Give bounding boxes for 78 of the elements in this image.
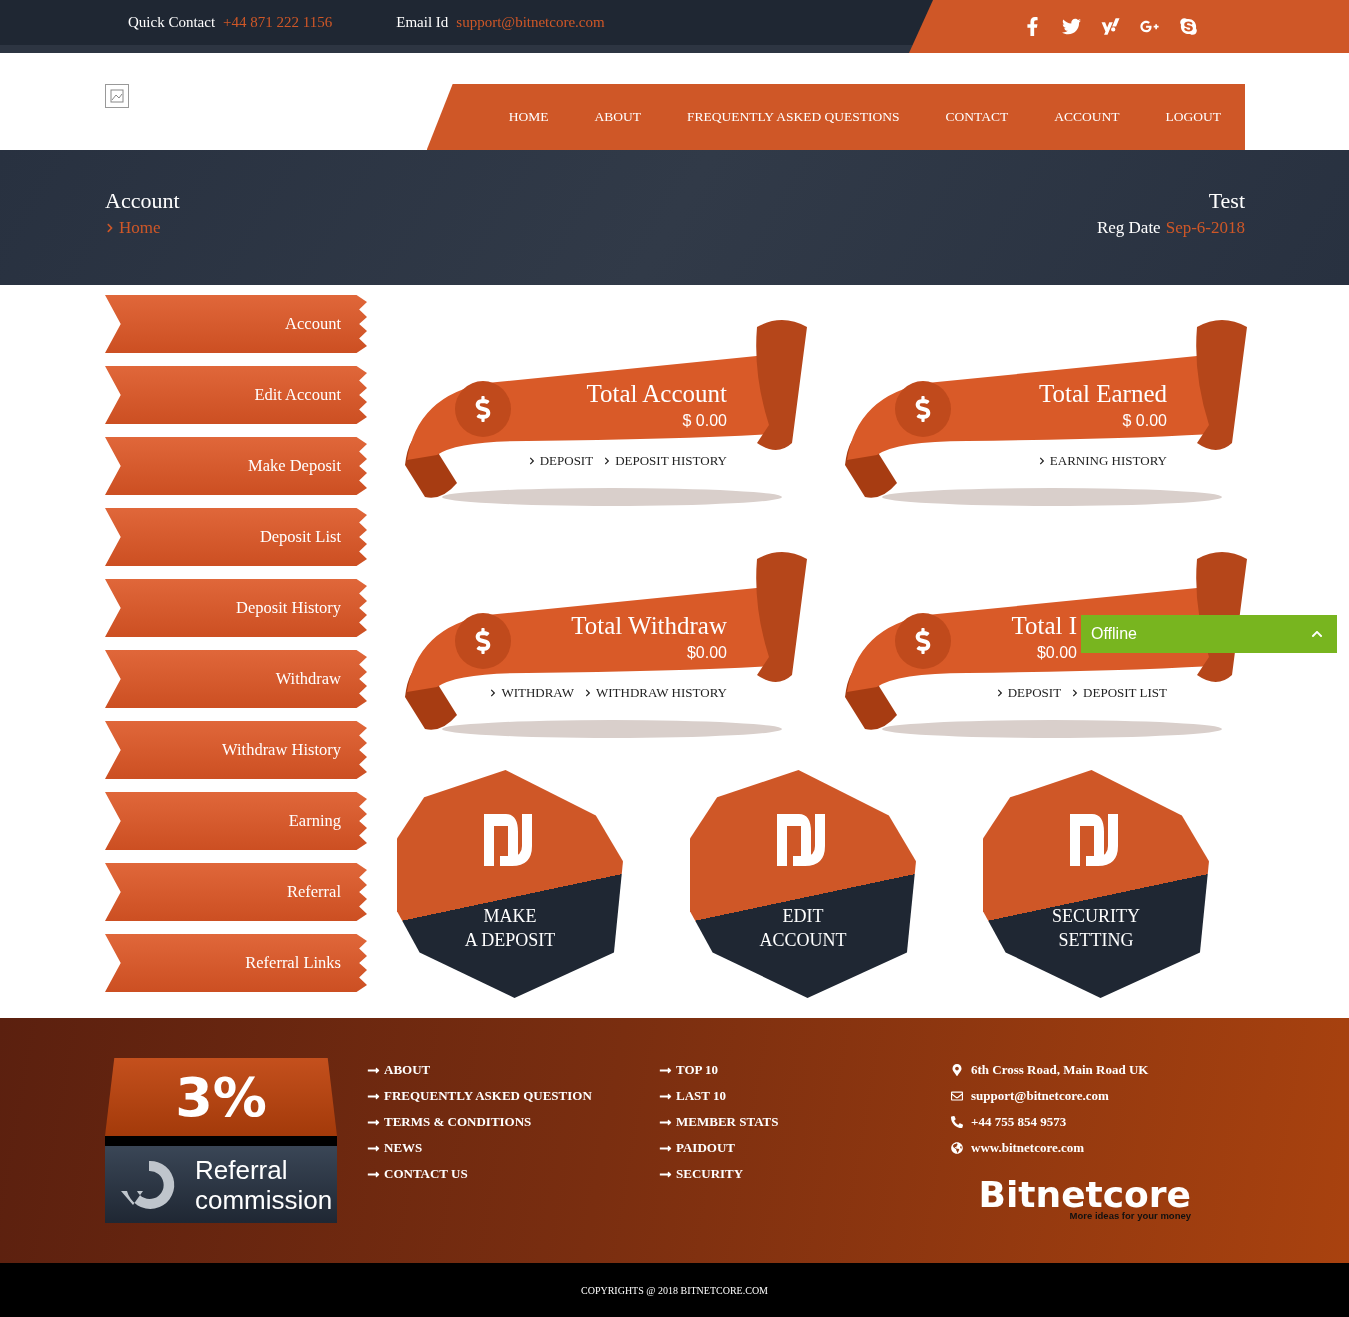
phone-icon [951,1116,963,1128]
username: Test [1208,188,1245,214]
footer-link[interactable]: SECURITY [659,1166,951,1182]
broken-image-icon [105,84,129,108]
card-link[interactable]: DEPOSIT LIST [1071,685,1167,701]
promo-text: Referral commission [195,1154,333,1215]
card-link[interactable]: DEPOSIT [995,685,1062,701]
sidebar-item[interactable]: Deposit List [105,508,367,566]
contact-info: +44 755 854 9573 [971,1114,1067,1130]
chevron-up-icon[interactable] [1311,628,1323,640]
stat-amount: $0.00 [686,643,727,663]
location-pin-icon [951,1064,963,1076]
footer-link[interactable]: MEMBER STATS [659,1114,951,1130]
chevron-right-icon [1037,457,1046,465]
sidebar-item[interactable]: Referral Links [105,934,367,992]
footer-link[interactable]: LAST 10 [659,1088,951,1104]
reg-date-label: Reg Date [1096,218,1161,238]
page-title: Account [105,188,180,214]
card-link[interactable]: DEPOSIT HISTORY [603,453,727,469]
stat-title: Total Account [586,379,727,409]
card-link[interactable]: DEPOSIT [527,453,594,469]
nav-link[interactable]: FREQUENTLY ASKED QUESTIONS [686,109,900,125]
card-link[interactable]: WITHDRAW HISTORY [584,685,727,701]
email-address: support@bitnetcore.com [456,14,605,31]
footer-link[interactable]: TOP 10 [659,1062,951,1078]
hexagon-tile-button[interactable]: EDIT ACCOUNT [690,770,916,998]
card-link[interactable]: WITHDRAW [489,685,574,701]
footer-link[interactable]: CONTACT US [367,1166,659,1182]
twitter-icon[interactable] [1062,17,1081,36]
nav-link[interactable]: ABOUT [594,109,641,125]
chevron-right-icon [105,223,115,233]
hexagon-tile-button[interactable]: SECURITY SETTING [983,770,1209,998]
contact-info: 6th Cross Road, Main Road UK [971,1062,1149,1078]
globe-icon [951,1142,963,1154]
copyright: COPYRIGHTS @ 2018 BITNETCORE.COM [0,1263,1349,1317]
sidebar-item[interactable]: Edit Account [105,366,367,424]
sidebar-item[interactable]: Withdraw History [105,721,367,779]
stat-amount: $ 0.00 [1122,411,1167,431]
contact-info: support@bitnetcore.com [971,1088,1109,1104]
contact-info: www.bitnetcore.com [971,1140,1085,1156]
chevron-right-icon [489,689,498,697]
chevron-right-icon [1071,689,1080,697]
sidebar-item[interactable]: Withdraw [105,650,367,708]
contact-label: Quick Contact [128,14,216,31]
skype-icon[interactable] [1179,17,1198,36]
sidebar-item[interactable]: Deposit History [105,579,367,637]
card-link[interactable]: EARNING HISTORY [1037,453,1167,469]
chevron-right-icon [584,689,592,697]
sidebar-item[interactable]: Make Deposit [105,437,367,495]
stat-amount: $ 0.00 [682,411,727,431]
nav-link[interactable]: ACCOUNT [1054,109,1120,125]
stat-title: Total I [1011,611,1077,641]
footer-link[interactable]: NEWS [367,1140,659,1156]
footer-link[interactable]: TERMS & CONDITIONS [367,1114,659,1130]
stat-title: Total Earned [1038,379,1167,409]
chevron-right-icon [527,457,536,465]
sidebar-item[interactable]: Account [105,295,367,353]
footer-link[interactable]: FREQUENTLY ASKED QUESTION [367,1088,659,1104]
stat-title: Total Withdraw [571,611,727,641]
promo-percent: 3% [105,1058,337,1136]
sidebar-item[interactable]: Referral [105,863,367,921]
stat-amount: $0.00 [1036,643,1077,663]
chevron-right-icon [603,457,612,465]
yahoo-icon[interactable] [1101,17,1120,36]
nav-link[interactable]: LOGOUT [1165,109,1221,125]
footer-link[interactable]: ABOUT [367,1062,659,1078]
chat-status: Offline [1091,625,1137,643]
nav-link[interactable]: CONTACT [945,109,1009,125]
envelope-icon [951,1090,963,1102]
brand-tagline: More ideas for your money [1069,1210,1191,1221]
nav-link[interactable]: HOME [508,109,549,125]
reg-date: Sep-6-2018 [1165,218,1245,238]
hexagon-tile-button[interactable]: MAKE A DEPOSIT [397,770,623,998]
footer-link[interactable]: PAIDOUT [659,1140,951,1156]
chevron-right-icon [995,689,1004,697]
email-label: Email Id [396,14,449,31]
sidebar-item[interactable]: Earning [105,792,367,850]
phone-number: +44 871 222 1156 [223,14,333,31]
